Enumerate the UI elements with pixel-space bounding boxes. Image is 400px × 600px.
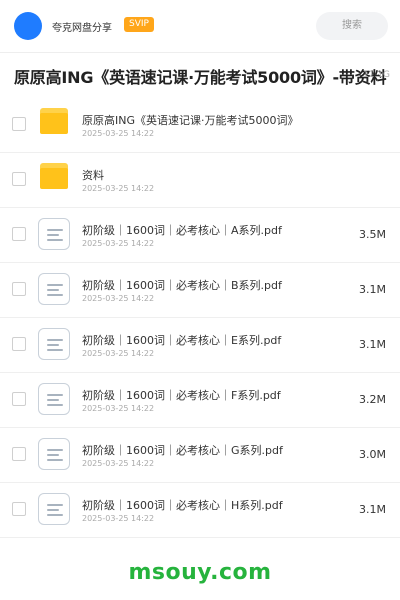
file-size: 3.1M — [359, 338, 386, 351]
list-item[interactable]: 初阶级｜1600词｜必考核心｜E系列.pdf 2025-03-25 14:22 … — [0, 318, 400, 373]
share-title-row: 原原高ING《英语速记课·万能考试5000词》-带资料 11.1G — [0, 52, 400, 99]
file-date: 2025-03-25 14:22 — [82, 129, 155, 138]
file-date: 2025-03-25 14:22 — [82, 514, 155, 523]
file-name: 初阶级｜1600词｜必考核心｜H系列.pdf — [82, 499, 283, 512]
file-name: 原原高ING《英语速记课·万能考试5000词》 — [82, 114, 299, 127]
file-size: 3.5M — [359, 228, 386, 241]
folder-icon — [40, 163, 68, 189]
file-size: 3.2M — [359, 393, 386, 406]
select-checkbox[interactable] — [12, 392, 26, 406]
file-size: 3.0M — [359, 448, 386, 461]
document-icon — [38, 383, 70, 415]
file-name: 资料 — [82, 169, 104, 182]
select-checkbox[interactable] — [12, 282, 26, 296]
list-item[interactable]: 初阶级｜1600词｜必考核心｜A系列.pdf 2025-03-25 14:22 … — [0, 208, 400, 263]
document-icon — [38, 218, 70, 250]
brand-label: 夸克网盘分享 — [52, 23, 112, 34]
file-name: 初阶级｜1600词｜必考核心｜A系列.pdf — [82, 224, 282, 237]
header: 夸克网盘分享 SVIP 搜索 — [0, 0, 400, 53]
file-date: 2025-03-25 14:22 — [82, 239, 155, 248]
share-title: 原原高ING《英语速记课·万能考试5000词》-带资料 — [14, 68, 387, 87]
file-date: 2025-03-25 14:22 — [82, 294, 155, 303]
file-date: 2025-03-25 14:22 — [82, 349, 155, 358]
file-size: 3.1M — [359, 283, 386, 296]
file-name: 初阶级｜1600词｜必考核心｜B系列.pdf — [82, 279, 282, 292]
folder-icon — [40, 108, 68, 134]
list-item[interactable]: 初阶级｜1600词｜必考核心｜F系列.pdf 2025-03-25 14:22 … — [0, 373, 400, 428]
file-name: 初阶级｜1600词｜必考核心｜E系列.pdf — [82, 334, 282, 347]
file-date: 2025-03-25 14:22 — [82, 404, 155, 413]
svip-badge: SVIP — [124, 17, 154, 32]
select-checkbox[interactable] — [12, 227, 26, 241]
file-name: 初阶级｜1600词｜必考核心｜G系列.pdf — [82, 444, 283, 457]
file-name: 初阶级｜1600词｜必考核心｜F系列.pdf — [82, 389, 281, 402]
list-item[interactable]: 初阶级｜1600词｜必考核心｜H系列.pdf 2025-03-25 14:22 … — [0, 483, 400, 538]
select-checkbox[interactable] — [12, 447, 26, 461]
list-item[interactable]: 初阶级｜1600词｜必考核心｜G系列.pdf 2025-03-25 14:22 … — [0, 428, 400, 483]
select-checkbox[interactable] — [12, 337, 26, 351]
list-item[interactable]: 资料 2025-03-25 14:22 — [0, 153, 400, 208]
total-size: 11.1G — [362, 70, 390, 80]
file-list: 原原高ING《英语速记课·万能考试5000词》 2025-03-25 14:22… — [0, 98, 400, 538]
document-icon — [38, 493, 70, 525]
list-item[interactable]: 初阶级｜1600词｜必考核心｜B系列.pdf 2025-03-25 14:22 … — [0, 263, 400, 318]
avatar[interactable] — [14, 12, 42, 40]
select-checkbox[interactable] — [12, 502, 26, 516]
share-page: 夸克网盘分享 SVIP 搜索 原原高ING《英语速记课·万能考试5000词》-带… — [0, 0, 400, 600]
watermark: msouy.com — [128, 560, 272, 585]
document-icon — [38, 438, 70, 470]
select-checkbox[interactable] — [12, 117, 26, 131]
file-date: 2025-03-25 14:22 — [82, 459, 155, 468]
select-checkbox[interactable] — [12, 172, 26, 186]
document-icon — [38, 273, 70, 305]
file-date: 2025-03-25 14:22 — [82, 184, 155, 193]
document-icon — [38, 328, 70, 360]
list-item[interactable]: 原原高ING《英语速记课·万能考试5000词》 2025-03-25 14:22 — [0, 98, 400, 153]
file-size: 3.1M — [359, 503, 386, 516]
search-input[interactable]: 搜索 — [316, 12, 388, 40]
